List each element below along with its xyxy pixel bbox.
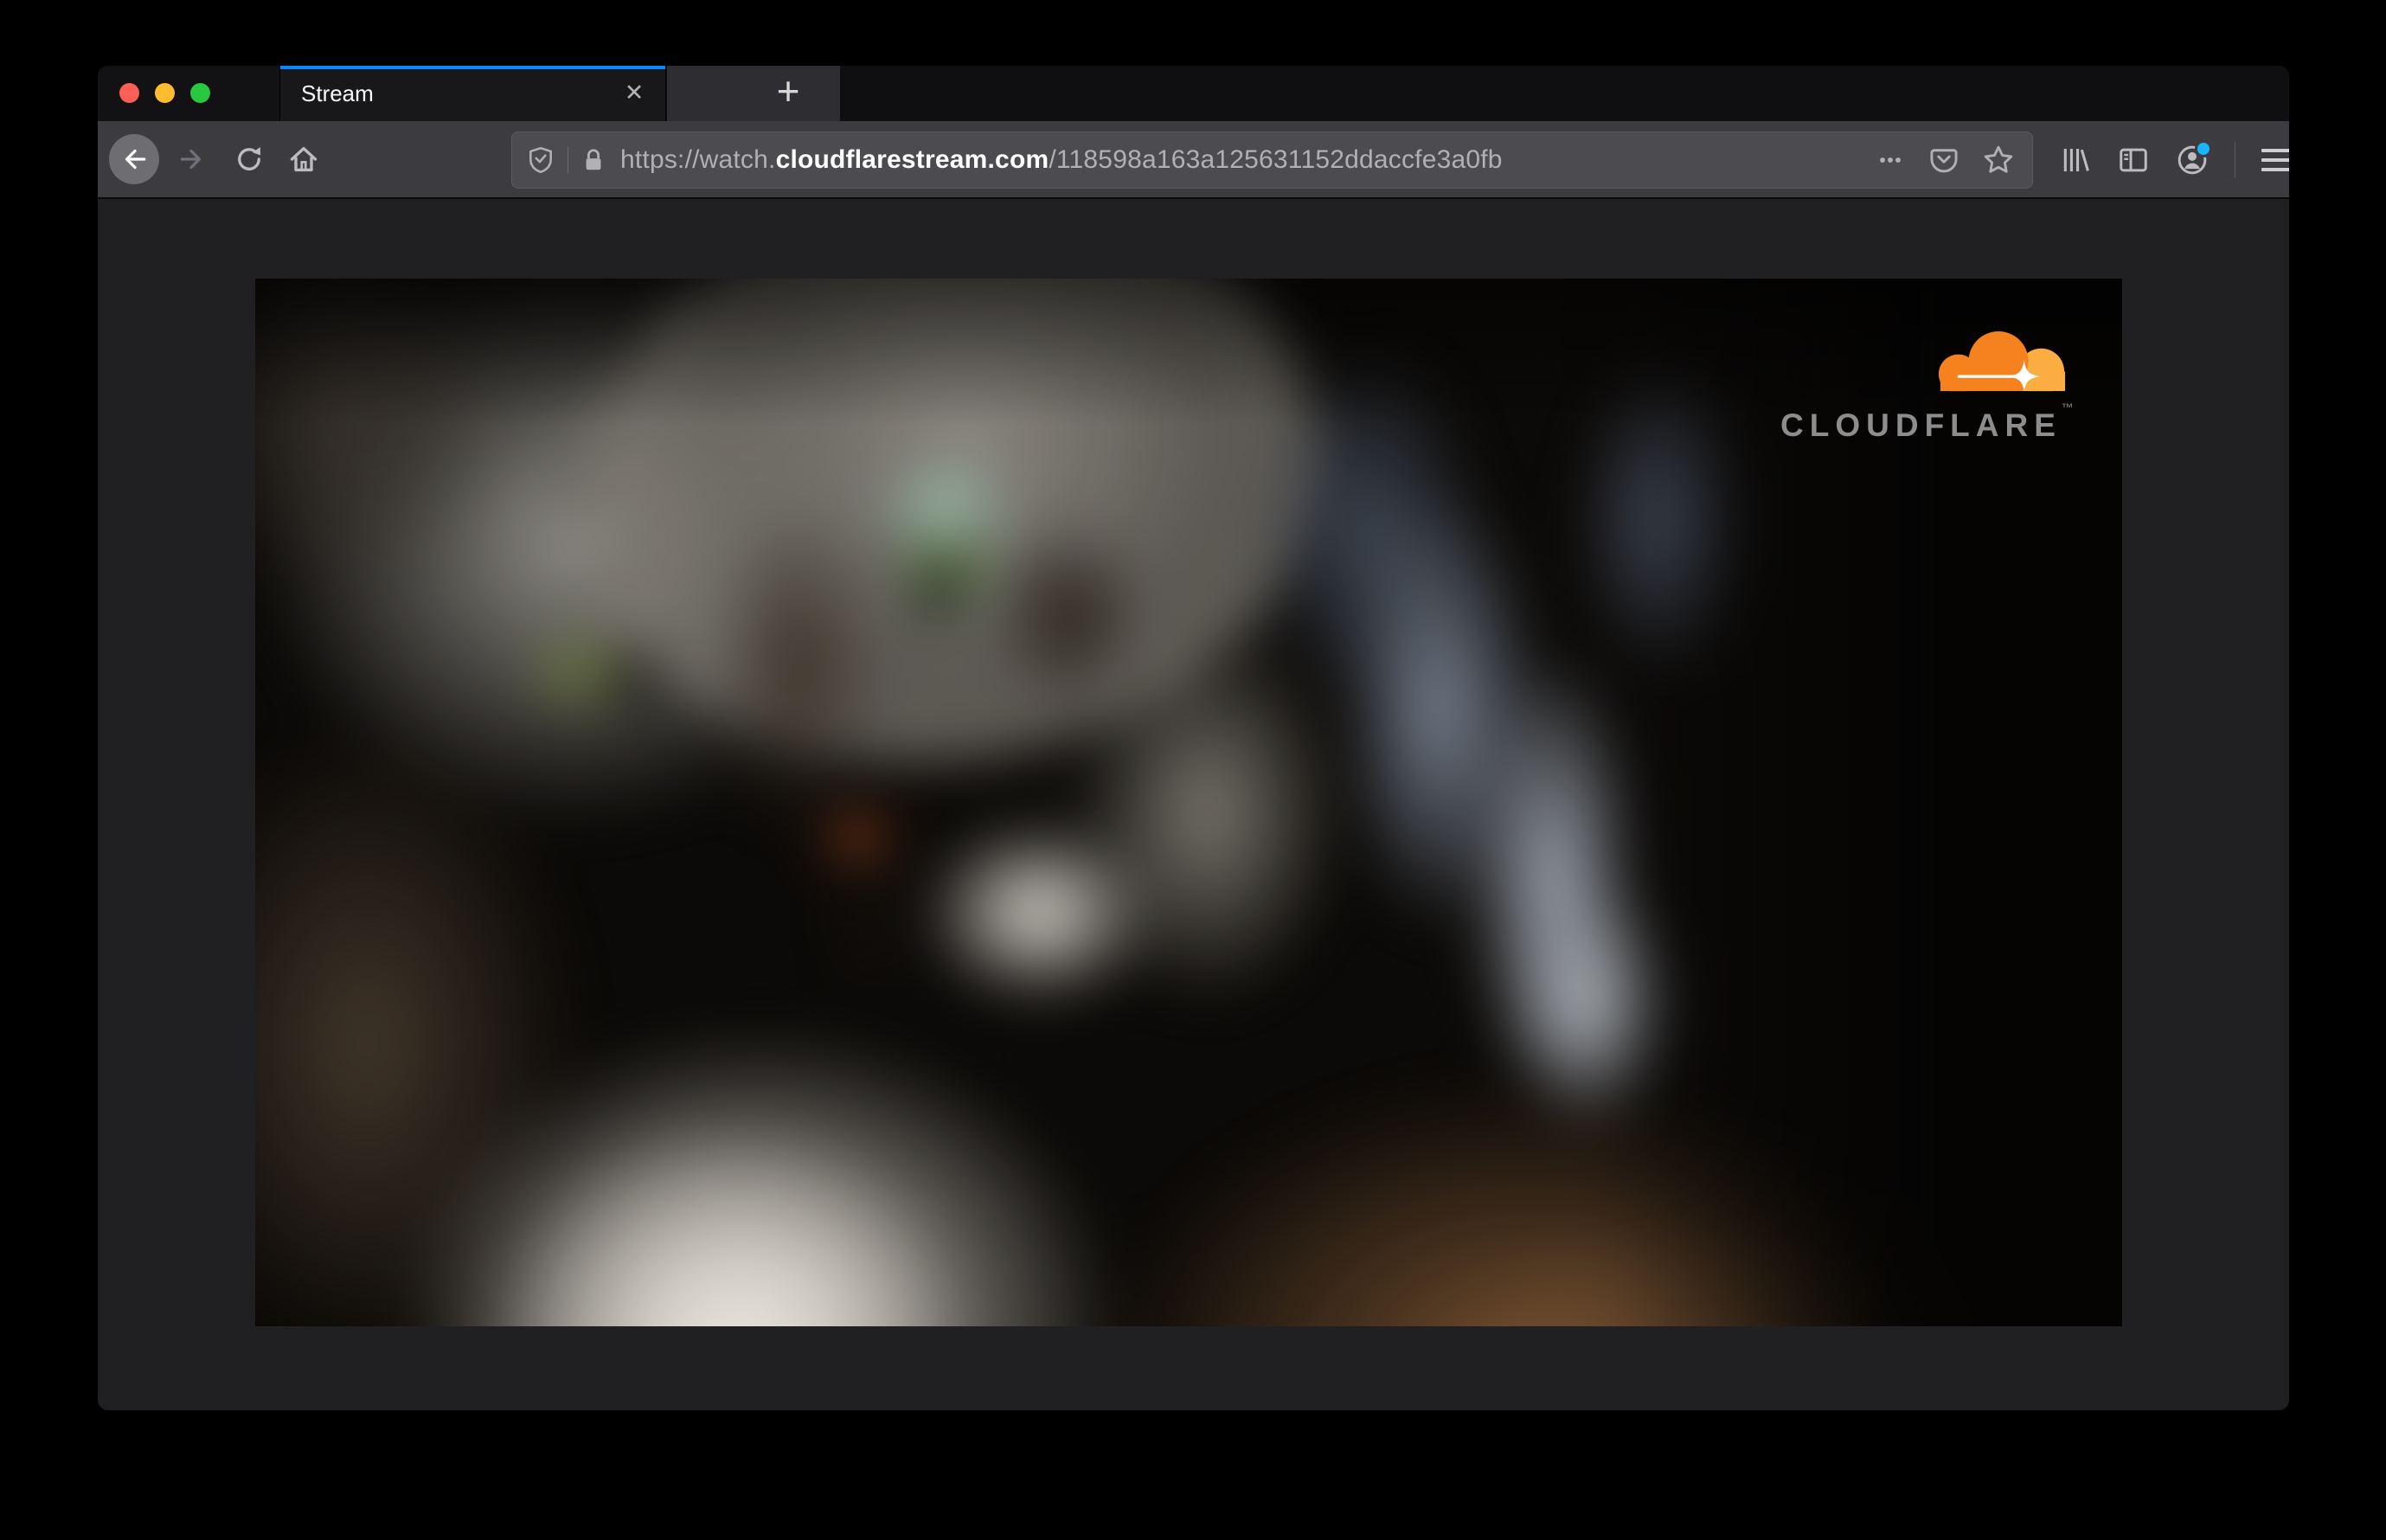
titlebar [98,66,279,121]
menu-button[interactable] [2261,149,2289,171]
trademark-symbol: ™ [2061,401,2074,415]
new-tab-button[interactable]: + [762,66,814,116]
bookmark-star-icon[interactable] [1982,144,2015,176]
back-arrow-icon [125,149,146,170]
forward-arrow-icon [180,149,202,170]
url-bar[interactable]: https://watch.cloudflarestream.com/11859… [511,132,2033,189]
cloudflare-watermark: CLOUDFLARE™ [1780,329,2074,444]
reload-button[interactable] [234,144,265,175]
tab-close-icon[interactable]: ✕ [617,66,651,119]
lock-icon[interactable] [580,146,606,174]
tab-stream[interactable]: Stream ✕ [279,66,666,121]
account-button[interactable] [2176,140,2212,176]
sidebar-icon[interactable] [2117,144,2150,176]
url-path: /118598a163a125631152ddaccfe3a0fb [1049,145,1503,174]
navigation-toolbar: https://watch.cloudflarestream.com/11859… [98,121,2289,199]
url-scheme: https://watch. [620,145,776,174]
back-button[interactable] [109,134,159,184]
home-button[interactable] [288,144,319,175]
url-text: https://watch.cloudflarestream.com/11859… [620,145,1503,175]
video-player[interactable]: CLOUDFLARE™ [255,279,2122,1326]
home-icon [290,146,317,172]
page-content: CLOUDFLARE™ [98,199,2289,1410]
cloudflare-wordmark: CLOUDFLARE™ [1780,401,2074,444]
account-notification-dot [2195,140,2212,157]
tab-title: Stream [301,80,374,106]
menu-icon [2261,149,2289,152]
zoom-window-button[interactable] [190,83,210,103]
page-actions-icon[interactable] [1875,144,1906,176]
url-domain: cloudflarestream.com [775,145,1049,174]
browser-window: Stream ✕ + https://watch.cloudflarestrea… [98,66,2289,1410]
close-window-button[interactable] [119,83,139,103]
reload-icon [238,146,260,170]
tab-bar: Stream ✕ + [98,66,2289,121]
forward-button[interactable] [177,144,207,174]
library-icon[interactable] [2058,144,2091,176]
new-tab-zone: + [667,66,840,121]
tracking-protection-shield-icon[interactable] [526,145,555,175]
pocket-icon[interactable] [1928,144,1959,176]
cloudflare-cloud-icon [1938,331,2065,392]
minimize-window-button[interactable] [155,83,175,103]
